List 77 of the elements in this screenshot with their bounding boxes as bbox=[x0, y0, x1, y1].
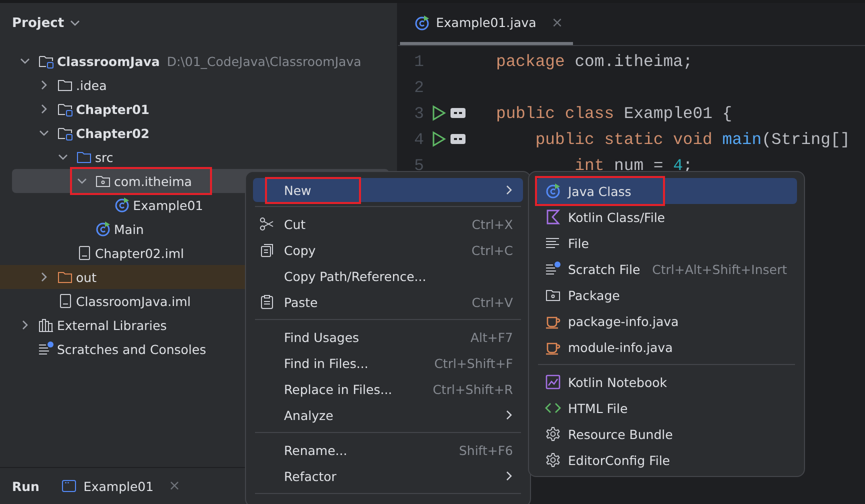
file-icon bbox=[57, 293, 73, 309]
copy-icon bbox=[259, 242, 275, 258]
tree-item[interactable]: src bbox=[12, 145, 389, 169]
gear-icon bbox=[545, 452, 561, 468]
run-config-icon[interactable] bbox=[450, 133, 466, 145]
menu-item[interactable]: Find in Files... Ctrl+Shift+F bbox=[253, 350, 523, 376]
collapse-chevron-icon[interactable] bbox=[58, 152, 70, 162]
menu-item[interactable]: Cut Ctrl+X bbox=[253, 211, 523, 237]
class-icon bbox=[414, 14, 430, 30]
menu-item[interactable]: Rename... Shift+F6 bbox=[253, 437, 523, 463]
text-file-icon bbox=[545, 235, 561, 251]
path-hint: D:\01_CodeJava\ClassroomJava bbox=[166, 54, 362, 68]
kotlin-icon bbox=[545, 209, 561, 225]
gear-icon bbox=[545, 426, 561, 442]
collapse-chevron-icon[interactable] bbox=[77, 176, 89, 186]
run-tab[interactable]: Example01 bbox=[83, 478, 154, 494]
class-icon bbox=[114, 197, 130, 213]
console-icon bbox=[61, 478, 78, 494]
code-line: public static void main(String[] bbox=[534, 130, 850, 148]
code-line: package com.itheima; bbox=[496, 52, 693, 70]
tree-item[interactable]: Chapter01 bbox=[12, 97, 389, 121]
menu-item[interactable]: Refactor bbox=[253, 463, 523, 489]
scissors-icon bbox=[259, 216, 275, 232]
shortcut-hint: Ctrl+X bbox=[472, 216, 513, 232]
shortcut-hint: Alt+F7 bbox=[470, 330, 513, 344]
shortcut-hint: Ctrl+Shift+R bbox=[432, 382, 513, 396]
class-icon bbox=[95, 221, 111, 237]
scratches-icon bbox=[38, 341, 54, 357]
shortcut-hint: Ctrl+V bbox=[472, 294, 513, 310]
module-folder-icon bbox=[57, 101, 73, 117]
folder-icon bbox=[76, 149, 92, 165]
scratch-file-icon bbox=[545, 261, 561, 277]
shortcut-hint: Ctrl+Shift+F bbox=[434, 356, 513, 370]
menu-item[interactable]: File bbox=[536, 230, 797, 256]
menu-item[interactable]: Kotlin Notebook bbox=[536, 369, 797, 395]
menu-item[interactable]: package-info.java bbox=[536, 308, 797, 334]
package-icon bbox=[545, 287, 561, 303]
tree-item[interactable]: Chapter02 bbox=[12, 121, 389, 145]
tree-item[interactable]: .idea bbox=[12, 73, 389, 97]
notebook-icon bbox=[545, 374, 561, 390]
folder-icon bbox=[57, 77, 73, 93]
code-line: public class Example01 { bbox=[496, 104, 732, 122]
menu-item[interactable]: EditorConfig File bbox=[536, 447, 797, 473]
library-icon bbox=[38, 317, 54, 333]
module-folder-icon bbox=[38, 53, 54, 69]
shortcut-hint: Ctrl+Alt+Shift+Insert bbox=[652, 262, 787, 276]
package-icon bbox=[95, 173, 111, 189]
run-config-icon[interactable] bbox=[450, 107, 466, 119]
tree-item[interactable]: ClassroomJava D:\01_CodeJava\ClassroomJava bbox=[12, 49, 389, 73]
menu-item[interactable]: Analyze bbox=[253, 402, 523, 428]
menu-item[interactable]: Paste Ctrl+V bbox=[253, 289, 523, 315]
menu-item[interactable]: Copy Ctrl+C bbox=[253, 237, 523, 263]
menu-item[interactable]: Scratch File Ctrl+Alt+Shift+Insert bbox=[536, 256, 797, 282]
shortcut-hint: Ctrl+C bbox=[472, 242, 513, 258]
menu-item[interactable]: Find Usages Alt+F7 bbox=[253, 324, 523, 350]
file-icon bbox=[76, 245, 92, 261]
menu-item[interactable]: HTML File bbox=[536, 395, 797, 421]
folder-icon bbox=[57, 269, 73, 285]
module-folder-icon bbox=[57, 125, 73, 141]
menu-item[interactable]: Java Class bbox=[536, 178, 797, 204]
run-icon[interactable] bbox=[432, 105, 446, 121]
class-icon bbox=[545, 183, 561, 199]
menu-item[interactable]: New bbox=[253, 178, 523, 202]
run-icon[interactable] bbox=[432, 131, 446, 147]
menu-item[interactable]: Package bbox=[536, 282, 797, 308]
menu-item[interactable]: module-info.java bbox=[536, 334, 797, 360]
collapse-chevron-icon[interactable] bbox=[39, 128, 51, 138]
shortcut-hint: Shift+F6 bbox=[458, 442, 513, 458]
run-panel-title[interactable]: Run bbox=[12, 478, 40, 494]
menu-item[interactable]: Kotlin Class/File bbox=[536, 204, 797, 230]
panel-title[interactable]: Project bbox=[12, 16, 64, 30]
dropdown-chevron-icon[interactable] bbox=[70, 18, 80, 28]
menu-item[interactable]: Replace in Files... Ctrl+Shift+R bbox=[253, 376, 523, 402]
menu-item[interactable]: Resource Bundle bbox=[536, 421, 797, 447]
clipboard-icon bbox=[259, 294, 275, 310]
collapse-chevron-icon[interactable] bbox=[20, 56, 32, 66]
editor-tab[interactable]: Example01.java × bbox=[400, 3, 574, 45]
